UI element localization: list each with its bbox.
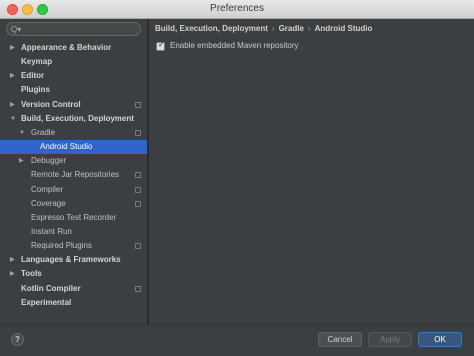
cancel-button[interactable]: Cancel	[318, 332, 362, 347]
expand-right-icon[interactable]: ▶	[10, 267, 15, 281]
sidebar-item[interactable]: ▶ Version Control	[0, 98, 147, 112]
embedded-maven-label[interactable]: Enable embedded Maven repository	[170, 41, 299, 50]
search-icon: Q▾	[11, 25, 22, 34]
project-settings-icon	[135, 285, 141, 292]
expand-down-icon[interactable]: ▼	[19, 126, 25, 140]
sidebar-item[interactable]: ▶ Debugger	[0, 154, 147, 168]
checkmark-icon: ✓	[158, 40, 165, 49]
sidebar-item-label: Remote Jar Repositories	[31, 170, 120, 180]
project-settings-icon	[135, 243, 141, 250]
sidebar-item[interactable]: Android Studio	[0, 140, 147, 155]
expand-right-icon[interactable]: ▶	[10, 69, 15, 83]
sidebar-item-label: Compiler	[31, 184, 64, 194]
sidebar-item[interactable]: Plugins	[0, 83, 147, 97]
sidebar-item-label: Appearance & Behavior	[21, 43, 112, 52]
sidebar-item-label: Espresso Test Recorder	[31, 212, 117, 222]
apply-button[interactable]: Apply	[368, 332, 412, 347]
sidebar-item[interactable]: Keymap	[0, 55, 147, 69]
sidebar-item-label: Android Studio	[40, 142, 93, 152]
sidebar-item-label: Debugger	[31, 156, 67, 166]
sidebar-item[interactable]: ▶ Languages & Frameworks	[0, 253, 147, 267]
sidebar-item-label: Keymap	[21, 57, 53, 67]
project-settings-icon	[135, 186, 141, 193]
sidebar-item-label: Build, Execution, Deployment	[21, 113, 134, 123]
expand-right-icon[interactable]: ▶	[10, 253, 15, 267]
breadcrumb-separator: ›	[307, 24, 311, 33]
breadcrumb: Build, Execution, Deployment › Gradle › Andr…	[155, 24, 372, 33]
project-settings-icon	[135, 172, 141, 179]
sidebar-item-label: Instant Run	[31, 226, 72, 236]
settings-content: Build, Execution, Deployment › Gradle › Andr…	[149, 19, 474, 324]
sidebar-item-label: Gradle	[31, 127, 56, 137]
sidebar-item[interactable]: ▶ Tools	[0, 267, 147, 281]
sidebar-item[interactable]: Kotlin Compiler	[0, 282, 147, 296]
expand-down-icon[interactable]: ▼	[10, 112, 16, 126]
window-titlebar: Preferences	[0, 0, 474, 19]
sidebar-item-label: Kotlin Compiler	[21, 283, 81, 293]
sidebar-item[interactable]: Required Plugins	[0, 239, 147, 253]
sidebar-item-label: Version Control	[21, 99, 81, 109]
breadcrumb-item: Android Studio	[314, 24, 373, 33]
project-settings-icon	[135, 101, 141, 108]
dialog-footer: ? Cancel Apply OK	[0, 324, 474, 356]
breadcrumb-separator: ›	[271, 24, 275, 33]
project-settings-icon	[135, 129, 141, 136]
sidebar-item[interactable]: ▶ Editor	[0, 69, 147, 83]
sidebar-item-label: Languages & Frameworks	[21, 255, 121, 265]
sidebar-item[interactable]: Instant Run	[0, 225, 147, 239]
project-settings-icon	[135, 200, 141, 207]
sidebar-item[interactable]: Experimental	[0, 296, 147, 310]
sidebar-item-label: Plugins	[21, 85, 50, 95]
sidebar-item[interactable]: Espresso Test Recorder	[0, 211, 147, 225]
breadcrumb-item: Gradle	[278, 24, 304, 33]
breadcrumb-item: Build, Execution, Deployment	[155, 24, 268, 33]
expand-right-icon[interactable]: ▶	[19, 154, 24, 168]
help-button[interactable]: ?	[11, 333, 24, 346]
sidebar-item[interactable]: ▼ Build, Execution, Deployment	[0, 112, 147, 126]
sidebar-item-label: Experimental	[21, 297, 72, 307]
settings-sidebar: Q▾ ▶ Appearance & Behavior Keymap ▶ Editor Pl…	[0, 19, 148, 324]
sidebar-item[interactable]: Compiler	[0, 183, 147, 197]
sidebar-item-label: Tools	[21, 269, 42, 279]
window-title: Preferences	[210, 3, 264, 14]
sidebar-item-label: Required Plugins	[31, 241, 92, 251]
sidebar-item[interactable]: ▶ Appearance & Behavior	[0, 41, 147, 55]
sidebar-item[interactable]: ▼ Gradle	[0, 126, 147, 140]
embedded-maven-checkbox[interactable]: ✓	[156, 40, 165, 51]
sidebar-item-label: Editor	[21, 71, 45, 81]
expand-right-icon[interactable]: ▶	[10, 98, 15, 112]
expand-right-icon[interactable]: ▶	[10, 41, 15, 55]
sidebar-item[interactable]: Remote Jar Repositories	[0, 168, 147, 182]
sidebar-item[interactable]: Coverage	[0, 197, 147, 211]
sidebar-item-label: Coverage	[31, 198, 66, 208]
search-input[interactable]: Q▾	[6, 22, 141, 36]
ok-button[interactable]: OK	[418, 332, 462, 347]
